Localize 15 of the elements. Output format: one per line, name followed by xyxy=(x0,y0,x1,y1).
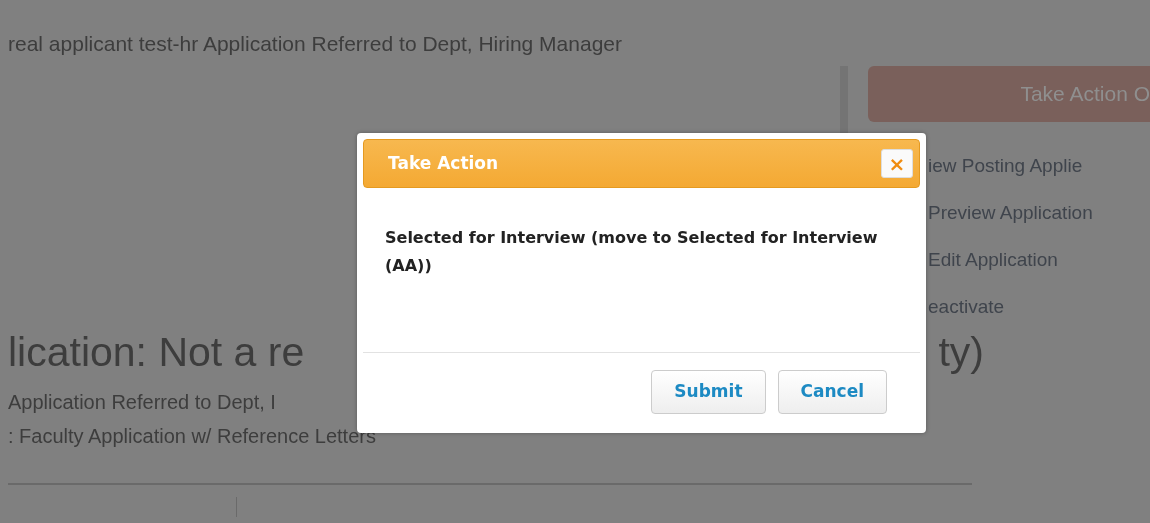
status-text: Application Referred to Dept, I xyxy=(8,389,276,415)
sidebar-border xyxy=(840,66,848,136)
sidebar-link[interactable]: Preview Application xyxy=(928,189,1150,236)
page-heading: lication: Not a re xyxy=(8,331,305,373)
page-heading: ty) xyxy=(938,331,984,373)
sidebar-link[interactable]: iew Posting Applie xyxy=(928,142,1150,189)
form-text: : Faculty Application w/ Reference Letters xyxy=(8,423,376,449)
status-text: real applicant test-hr Application Referred to Dept, Hiring Manager xyxy=(8,31,623,57)
sidebar-link[interactable]: eactivate xyxy=(928,283,1150,330)
cancel-button[interactable]: Cancel xyxy=(777,370,887,414)
sidebar-link[interactable]: Edit Application xyxy=(928,236,1150,283)
close-button[interactable]: × xyxy=(881,149,913,178)
modal-title: Take Action xyxy=(388,151,499,175)
modal-message: Selected for Interview (move to Selected for Interview (AA)) xyxy=(363,194,920,353)
submit-button[interactable]: Submit xyxy=(651,370,766,414)
